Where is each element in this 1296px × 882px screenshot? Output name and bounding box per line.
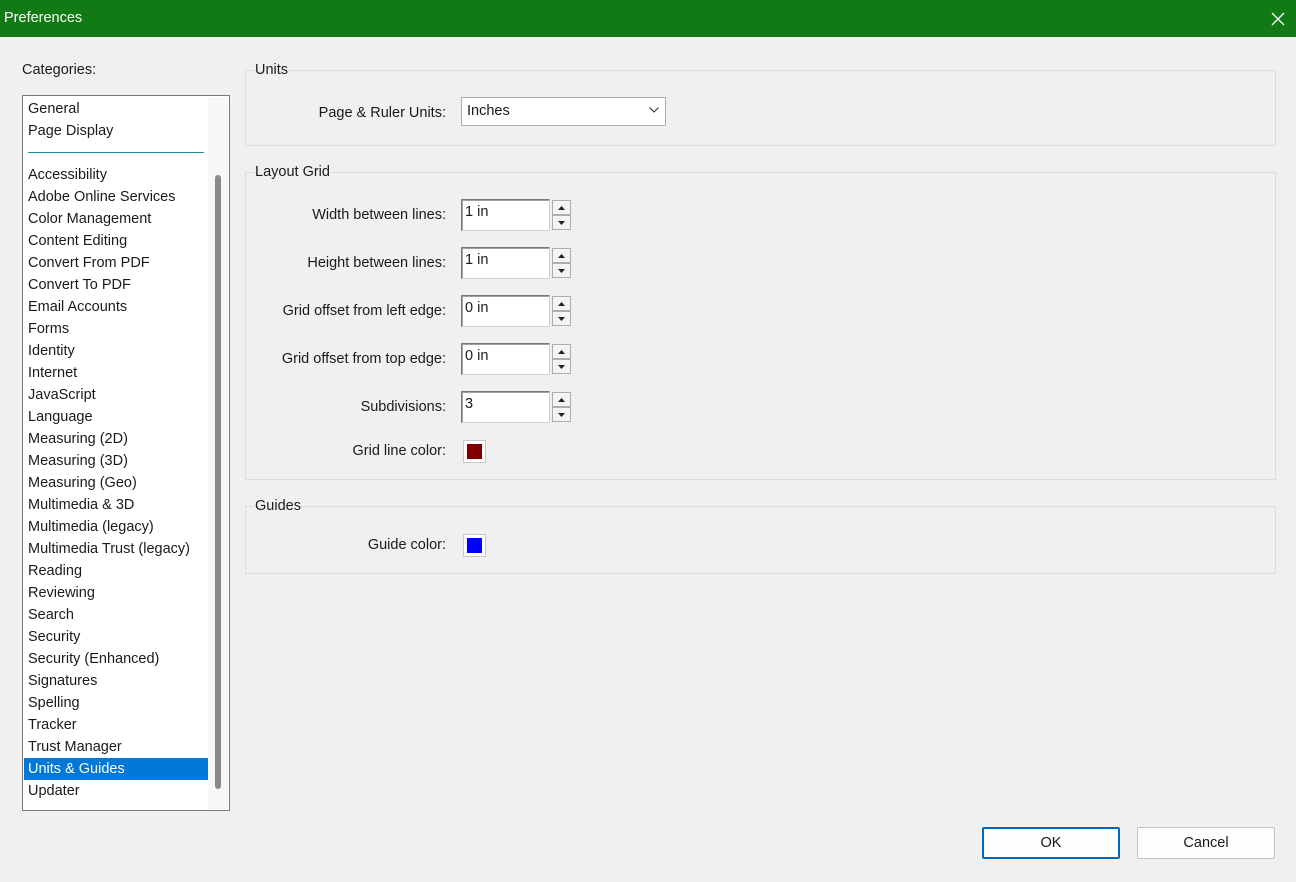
- category-item[interactable]: Trust Manager: [24, 736, 208, 758]
- height-between-lines-input[interactable]: 1 in: [461, 247, 550, 279]
- list-separator: [28, 152, 204, 153]
- categories-list[interactable]: General Page Display Accessibility Adobe On…: [22, 95, 230, 811]
- category-item[interactable]: Units & Guides: [24, 758, 208, 780]
- close-button[interactable]: [1260, 0, 1296, 37]
- category-item[interactable]: Email Accounts: [24, 296, 208, 318]
- category-item[interactable]: Convert From PDF: [24, 252, 208, 274]
- category-item[interactable]: Forms: [24, 318, 208, 340]
- arrow-up-icon: [558, 253, 565, 258]
- guides-group-title: Guides: [255, 498, 301, 514]
- width-decrement-button[interactable]: [552, 215, 571, 230]
- categories-label: Categories:: [22, 62, 97, 78]
- arrow-up-icon: [558, 205, 565, 210]
- category-item[interactable]: Search: [24, 604, 208, 626]
- category-item[interactable]: Signatures: [24, 670, 208, 692]
- arrow-up-icon: [558, 397, 565, 402]
- title-bar: Preferences: [0, 0, 1296, 37]
- arrow-down-icon: [558, 316, 565, 321]
- guide-color-label: Guide color:: [367, 537, 446, 553]
- scrollbar-thumb[interactable]: [215, 175, 221, 789]
- chevron-down-icon: [649, 107, 659, 113]
- subdivisions-label: Subdivisions:: [360, 399, 446, 415]
- arrow-down-icon: [558, 220, 565, 225]
- grid-offset-left-value: 0 in: [465, 300, 489, 316]
- category-item[interactable]: Reviewing: [24, 582, 208, 604]
- category-item[interactable]: Accessibility: [24, 164, 208, 186]
- page-ruler-units-label: Page & Ruler Units:: [318, 105, 446, 121]
- width-increment-button[interactable]: [552, 200, 571, 215]
- category-item[interactable]: Security (Enhanced): [24, 648, 208, 670]
- grid-offset-left-label: Grid offset from left edge:: [282, 303, 446, 319]
- layout-grid-group-title: Layout Grid: [255, 164, 330, 180]
- subdivisions-input[interactable]: 3: [461, 391, 550, 423]
- grid-line-color-label: Grid line color:: [352, 443, 446, 459]
- arrow-down-icon: [558, 268, 565, 273]
- width-between-lines-label: Width between lines:: [312, 207, 446, 223]
- ok-button[interactable]: OK: [982, 827, 1120, 859]
- height-decrement-button[interactable]: [552, 263, 571, 278]
- grid-offset-left-input[interactable]: 0 in: [461, 295, 550, 327]
- category-item[interactable]: Reading: [24, 560, 208, 582]
- ok-button-label: OK: [1040, 835, 1062, 851]
- category-item[interactable]: Security: [24, 626, 208, 648]
- category-item[interactable]: Convert To PDF: [24, 274, 208, 296]
- category-item[interactable]: Language: [24, 406, 208, 428]
- grid-line-color-swatch: [467, 444, 482, 459]
- close-icon: [1271, 12, 1285, 25]
- grid-offset-top-input[interactable]: 0 in: [461, 343, 550, 375]
- category-item[interactable]: Content Editing: [24, 230, 208, 252]
- category-item[interactable]: Tracker: [24, 714, 208, 736]
- subdivisions-value: 3: [465, 396, 474, 412]
- category-item[interactable]: General: [24, 98, 208, 120]
- category-item[interactable]: Updater: [24, 780, 208, 802]
- category-item[interactable]: Measuring (2D): [24, 428, 208, 450]
- width-between-lines-input[interactable]: 1 in: [461, 199, 550, 231]
- category-item[interactable]: Page Display: [24, 120, 208, 142]
- subdivisions-increment-button[interactable]: [552, 392, 571, 407]
- grid-line-color-picker[interactable]: [463, 440, 486, 463]
- scrollbar[interactable]: [208, 97, 228, 809]
- cancel-button-label: Cancel: [1183, 835, 1229, 851]
- arrow-up-icon: [558, 349, 565, 354]
- offset-top-increment-button[interactable]: [552, 344, 571, 359]
- height-between-lines-label: Height between lines:: [307, 255, 446, 271]
- grid-offset-top-value: 0 in: [465, 348, 489, 364]
- cancel-button[interactable]: Cancel: [1137, 827, 1275, 859]
- arrow-up-icon: [558, 301, 565, 306]
- page-ruler-units-select[interactable]: Inches: [461, 97, 666, 126]
- category-item[interactable]: Spelling: [24, 692, 208, 714]
- arrow-down-icon: [558, 364, 565, 369]
- units-group-title: Units: [255, 62, 289, 78]
- category-item[interactable]: Color Management: [24, 208, 208, 230]
- category-item[interactable]: JavaScript: [24, 384, 208, 406]
- category-item[interactable]: Measuring (3D): [24, 450, 208, 472]
- category-item[interactable]: Multimedia & 3D: [24, 494, 208, 516]
- guide-color-picker[interactable]: [463, 534, 486, 557]
- offset-left-decrement-button[interactable]: [552, 311, 571, 326]
- width-between-lines-value: 1 in: [465, 204, 489, 220]
- category-item[interactable]: Identity: [24, 340, 208, 362]
- category-item[interactable]: Measuring (Geo): [24, 472, 208, 494]
- grid-offset-top-label: Grid offset from top edge:: [281, 351, 446, 367]
- offset-top-decrement-button[interactable]: [552, 359, 571, 374]
- category-item[interactable]: Adobe Online Services: [24, 186, 208, 208]
- category-item[interactable]: Multimedia (legacy): [24, 516, 208, 538]
- subdivisions-decrement-button[interactable]: [552, 407, 571, 422]
- page-ruler-units-value: Inches: [467, 103, 510, 119]
- category-item[interactable]: Multimedia Trust (legacy): [24, 538, 208, 560]
- window-title: Preferences: [4, 10, 83, 26]
- offset-left-increment-button[interactable]: [552, 296, 571, 311]
- height-increment-button[interactable]: [552, 248, 571, 263]
- height-between-lines-value: 1 in: [465, 252, 489, 268]
- guide-color-swatch: [467, 538, 482, 553]
- category-item[interactable]: Internet: [24, 362, 208, 384]
- arrow-down-icon: [558, 412, 565, 417]
